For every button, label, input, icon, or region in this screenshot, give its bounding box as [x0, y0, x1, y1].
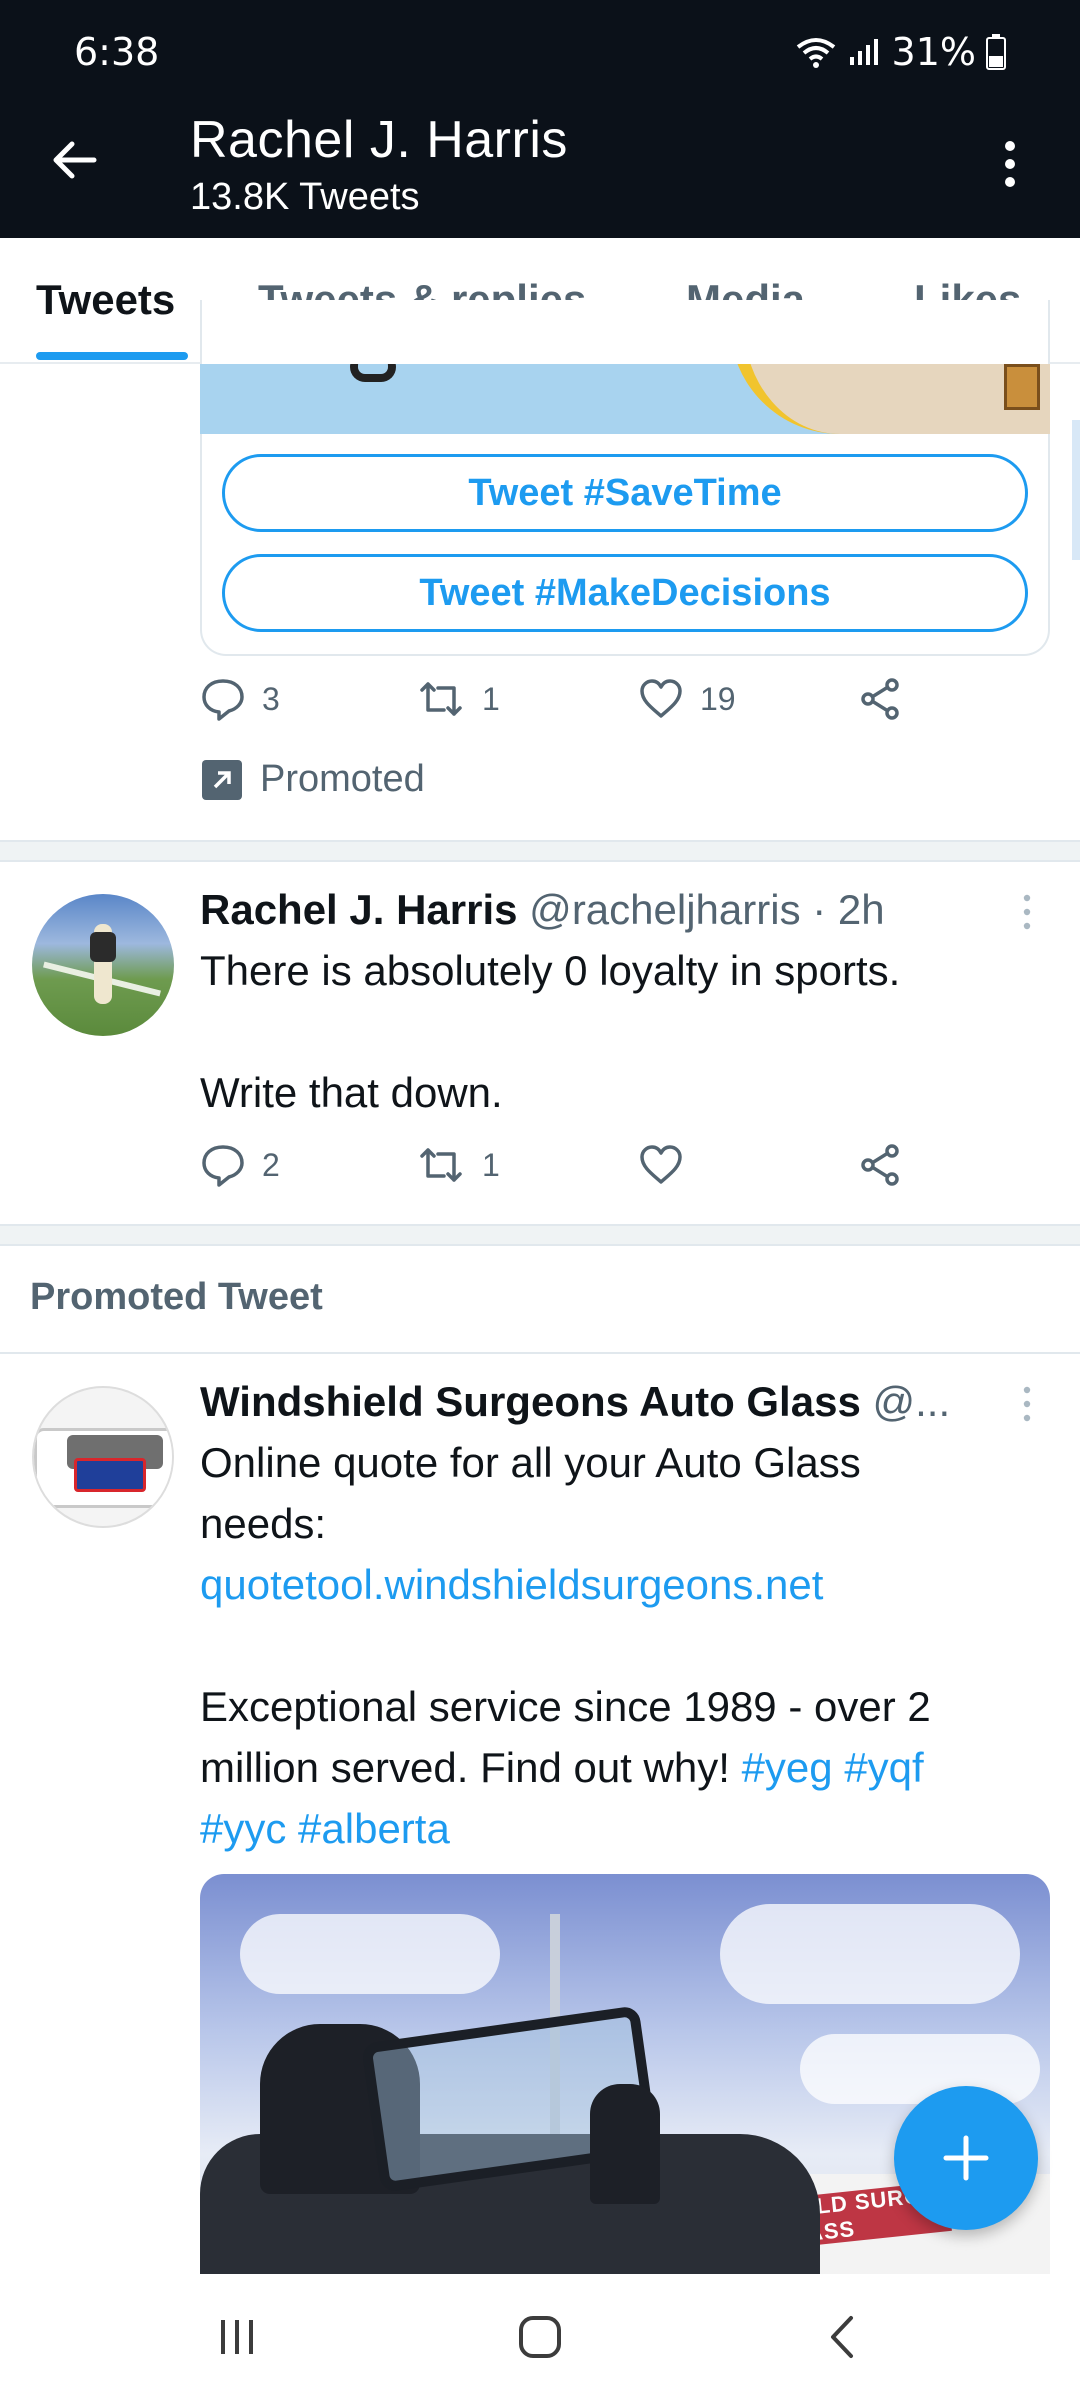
reply-count: 2: [262, 1146, 280, 1183]
tweet-line: needs:: [200, 1500, 327, 1547]
share-button[interactable]: [858, 1142, 904, 1188]
tweet-line: Exceptional service since 1989 - over 2: [200, 1683, 931, 1730]
tweet-count: 13.8K Tweets: [190, 176, 420, 218]
tweet-divider: [0, 1224, 1080, 1246]
retweet-icon: [420, 682, 462, 716]
hashtag-yqf[interactable]: #yqf: [844, 1744, 923, 1791]
retweet-icon: [420, 1148, 462, 1182]
more-vertical-icon: [1023, 1386, 1031, 1422]
compose-plus-icon: [943, 2135, 989, 2181]
more-vertical-icon: [1023, 894, 1031, 930]
system-nav-bar: [0, 2274, 1080, 2400]
reply-icon: [202, 1145, 244, 1187]
tweet-divider: [0, 840, 1080, 862]
tweet-text: Online quote for all your Auto Glass nee…: [200, 1432, 931, 1859]
reply-icon: [202, 679, 244, 721]
author-handle: @...: [860, 1378, 951, 1425]
back-button[interactable]: [46, 132, 102, 188]
like-count: 19: [700, 680, 736, 717]
back-arrow-icon: [53, 141, 97, 179]
status-time: 6:38: [74, 30, 160, 74]
tweet-makedecisions-button[interactable]: Tweet #MakeDecisions: [222, 554, 1028, 632]
tweet-line: #yyc #alberta: [200, 1798, 931, 1859]
hashtag-yeg[interactable]: #yeg: [742, 1744, 833, 1791]
active-tab-indicator: [36, 352, 188, 360]
tweet-line: million served. Find out why! #yeg #yqf: [200, 1744, 924, 1791]
tweet-author-line: Rachel J. Harris @racheljharris · 2h: [200, 886, 885, 934]
back-nav-button[interactable]: [804, 2302, 884, 2372]
more-options-button[interactable]: [990, 136, 1030, 192]
top-app-bar: 6:38 31% Rachel J. Harris 13.8K Tweets: [0, 0, 1080, 238]
recents-button[interactable]: [198, 2302, 278, 2372]
wifi-icon: [794, 35, 838, 69]
battery-icon: [986, 34, 1006, 70]
quote-link[interactable]: quotetool.windshieldsurgeons.net: [200, 1554, 931, 1615]
hashtag-alberta[interactable]: #alberta: [298, 1805, 450, 1852]
reply-button[interactable]: 2: [200, 1142, 280, 1188]
author-name[interactable]: Windshield Surgeons Auto Glass: [200, 1378, 861, 1425]
tweet-line: Online quote for all your Auto Glass: [200, 1439, 861, 1486]
promoted-label: Promoted: [260, 758, 425, 800]
tweet-line: Write that down.: [200, 1069, 503, 1116]
more-vertical-icon: [1005, 141, 1015, 187]
signal-icon: [848, 37, 882, 67]
promoted-tweet-label: Promoted Tweet: [30, 1276, 323, 1318]
tweet-author-line: Windshield Surgeons Auto Glass @...: [200, 1378, 950, 1426]
compose-tweet-button[interactable]: [894, 2086, 1038, 2230]
avatar[interactable]: [32, 1386, 174, 1528]
author-name[interactable]: Rachel J. Harris: [200, 886, 518, 933]
retweet-button[interactable]: 1: [416, 676, 500, 722]
tab-tweets[interactable]: Tweets: [36, 276, 175, 324]
promoted-arrow-icon: [202, 759, 242, 800]
share-icon: [861, 1144, 899, 1186]
avatar[interactable]: [32, 894, 174, 1036]
promo-card-image[interactable]: [200, 364, 1050, 434]
recents-icon: [221, 2320, 253, 2354]
promoted-indicator[interactable]: Promoted: [202, 758, 425, 801]
tweet-more-button[interactable]: [1022, 1384, 1032, 1424]
like-button[interactable]: [638, 1142, 684, 1188]
like-icon: [640, 679, 682, 718]
tweet-more-button[interactable]: [1022, 892, 1032, 932]
battery-percent: 31%: [891, 30, 976, 74]
like-button[interactable]: 19: [638, 676, 736, 722]
share-icon: [861, 678, 899, 720]
share-button[interactable]: [858, 676, 904, 722]
promo-actions: 3 1 19: [200, 676, 980, 736]
retweet-count: 1: [482, 680, 500, 717]
status-indicators: 31%: [794, 30, 1006, 74]
section-divider: [0, 1352, 1080, 1354]
reply-button[interactable]: 3: [200, 676, 280, 722]
tweet-actions: 2 1: [200, 1142, 980, 1202]
home-button[interactable]: [500, 2302, 580, 2372]
tweet-line: There is absolutely 0 loyalty in sports.: [200, 947, 901, 994]
retweet-button[interactable]: 1: [416, 1142, 500, 1188]
tweet-savetime-button[interactable]: Tweet #SaveTime: [222, 454, 1028, 532]
profile-name-title: Rachel J. Harris: [190, 111, 568, 169]
retweet-count: 1: [482, 1146, 500, 1183]
like-icon: [640, 1145, 682, 1184]
home-icon: [519, 2316, 561, 2358]
tweet-text: There is absolutely 0 loyalty in sports.…: [200, 940, 900, 1123]
hashtag-yyc[interactable]: #yyc: [200, 1805, 286, 1852]
author-handle-time: @racheljharris · 2h: [517, 886, 885, 933]
reply-count: 3: [262, 680, 280, 717]
back-nav-icon: [831, 2316, 853, 2358]
scrollbar[interactable]: [1072, 420, 1080, 560]
